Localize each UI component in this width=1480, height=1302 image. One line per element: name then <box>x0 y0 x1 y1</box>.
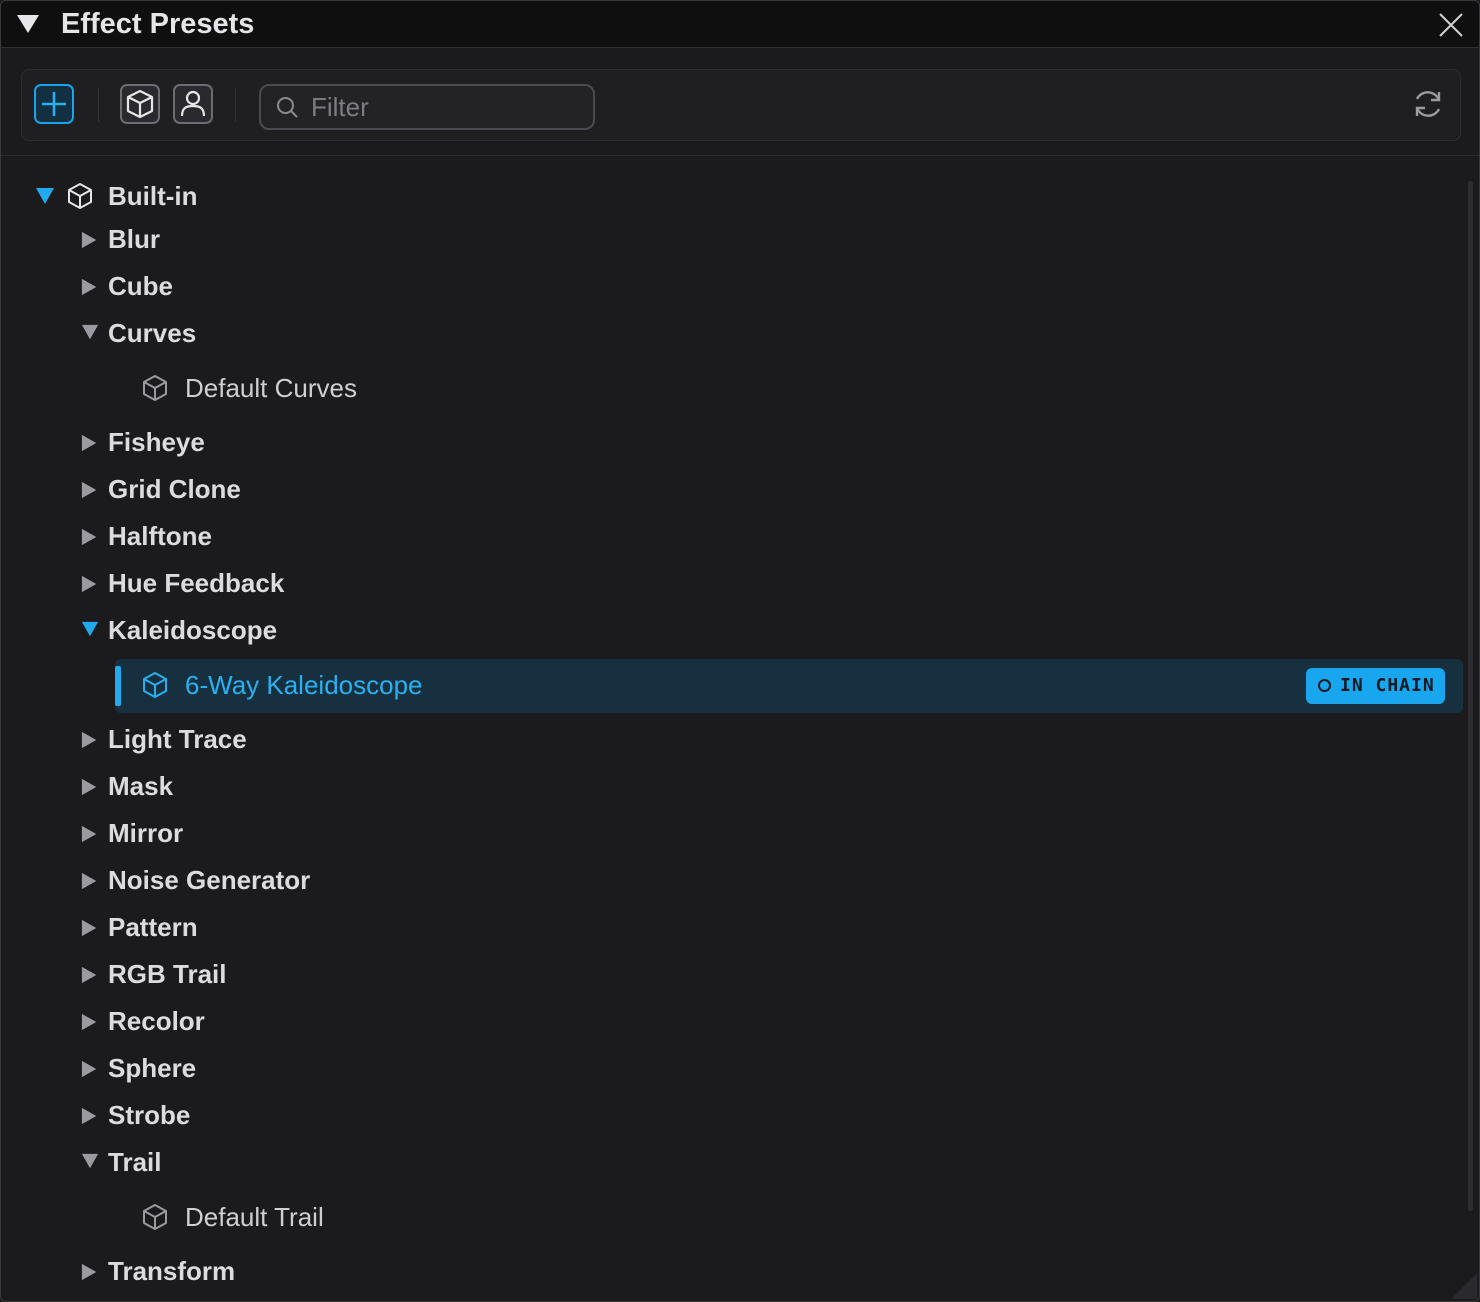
builtin-filter-button[interactable] <box>120 84 160 124</box>
tree-preset-label: Default Curves <box>185 373 357 403</box>
tree-folder-label: Noise Generator <box>108 865 311 895</box>
collapsed-arrow-icon[interactable] <box>81 527 99 547</box>
selection-indicator <box>115 666 121 706</box>
collapsed-arrow-icon[interactable] <box>81 1059 99 1079</box>
user-icon <box>180 90 206 117</box>
tree-folder-label: Light Trace <box>108 724 247 754</box>
collapsed-arrow-icon[interactable] <box>81 1106 99 1126</box>
collapsed-arrow-icon[interactable] <box>81 433 99 453</box>
collapsed-arrow-icon[interactable] <box>81 480 99 500</box>
tree-folder-label: RGB Trail <box>108 959 227 989</box>
collapsed-arrow-icon[interactable] <box>81 1262 99 1282</box>
tree-folder-mirror[interactable]: Mirror <box>1 812 1463 856</box>
search-icon <box>277 97 298 118</box>
filter-input[interactable] <box>309 90 583 124</box>
expanded-arrow-icon[interactable] <box>80 1153 100 1171</box>
toolbar <box>21 69 1461 141</box>
panel-title: Effect Presets <box>61 8 255 40</box>
refresh-icon[interactable] <box>1410 86 1446 122</box>
tree-root-label: Built-in <box>108 181 198 211</box>
user-filter-button[interactable] <box>173 84 213 124</box>
tree-preset-default-trail[interactable]: Default Trail <box>1 1191 1463 1245</box>
tree-folder-label: Strobe <box>108 1100 191 1130</box>
tree-preset-label: 6-Way Kaleidoscope <box>185 670 423 700</box>
tree-folder-fisheye[interactable]: Fisheye <box>1 421 1463 465</box>
tree-folder-sphere[interactable]: Sphere <box>1 1047 1463 1091</box>
tree-folder-kaleidoscope[interactable]: Kaleidoscope <box>1 609 1463 653</box>
badge-label: IN CHAIN <box>1340 675 1435 696</box>
tree-folder-curves[interactable]: Curves <box>1 312 1463 356</box>
tree-folder-label: Curves <box>108 318 197 348</box>
tree-folder-pattern[interactable]: Pattern <box>1 906 1463 950</box>
collapsed-arrow-icon[interactable] <box>81 777 99 797</box>
cube-icon <box>143 672 167 698</box>
tree-folder-blur[interactable]: Blur <box>1 218 1463 262</box>
cube-icon <box>143 1204 167 1230</box>
tree-folder-recolor[interactable]: Recolor <box>1 1000 1463 1044</box>
tree-preset-6-way-kaleidoscope[interactable]: 6-Way Kaleidoscope IN CHAIN <box>1 659 1463 713</box>
tree-folder-label: Mirror <box>108 818 184 848</box>
expanded-arrow-icon[interactable] <box>80 324 100 342</box>
tree-folder-trail[interactable]: Trail <box>1 1141 1463 1185</box>
toolbar-separator <box>235 88 236 122</box>
cube-icon <box>143 375 167 401</box>
collapsed-arrow-icon[interactable] <box>81 277 99 297</box>
tree-preset-default-curves[interactable]: Default Curves <box>1 362 1463 416</box>
toolbar-separator <box>98 88 99 122</box>
collapsed-arrow-icon[interactable] <box>81 871 99 891</box>
tree-folder-transform[interactable]: Transform <box>1 1250 1463 1294</box>
tree-folder-cube[interactable]: Cube <box>1 265 1463 309</box>
tree-folder-light-trace[interactable]: Light Trace <box>1 718 1463 762</box>
tree-preset-label: Default Trail <box>185 1202 324 1232</box>
tree-folder-hue-feedback[interactable]: Hue Feedback <box>1 562 1463 606</box>
effect-presets-panel: Effect Presets Filter Built-in Blur Cube… <box>0 0 1480 1302</box>
collapsed-arrow-icon[interactable] <box>81 230 99 250</box>
preset-tree: Built-in Blur Cube Curves Default Curves Fis… <box>1 161 1463 1291</box>
tree-folder-mask[interactable]: Mask <box>1 765 1463 809</box>
collapsed-arrow-icon[interactable] <box>81 965 99 985</box>
tree-folder-grid-clone[interactable]: Grid Clone <box>1 468 1463 512</box>
tree-folder-label: Kaleidoscope <box>108 615 278 645</box>
tree-folder-label: Recolor <box>108 1006 205 1036</box>
cube-icon <box>126 89 154 119</box>
tree-folder-label: Halftone <box>108 521 212 551</box>
tree-folder-label: Trail <box>108 1147 162 1177</box>
tree-folder-label: Sphere <box>108 1053 197 1083</box>
collapsed-arrow-icon[interactable] <box>81 574 99 594</box>
cube-icon <box>68 183 92 209</box>
tree-folder-label: Fisheye <box>108 427 205 457</box>
collapse-triangle-icon[interactable] <box>15 13 41 35</box>
tree-folder-label: Cube <box>108 271 173 301</box>
title-bar: Effect Presets <box>1 1 1479 48</box>
tree-root-builtin[interactable]: Built-in <box>1 175 1463 219</box>
resize-grip-icon[interactable] <box>1447 1269 1477 1299</box>
in-chain-badge: IN CHAIN <box>1306 668 1445 704</box>
expanded-arrow-icon[interactable] <box>35 187 55 205</box>
divider <box>1 155 1479 156</box>
add-preset-button[interactable] <box>34 84 74 124</box>
tree-folder-noise-generator[interactable]: Noise Generator <box>1 859 1463 903</box>
tree-folder-halftone[interactable]: Halftone <box>1 515 1463 559</box>
tree-folder-strobe[interactable]: Strobe <box>1 1094 1463 1138</box>
scrollbar[interactable] <box>1468 181 1473 1211</box>
tree-folder-label: Hue Feedback <box>108 568 285 598</box>
tree-folder-label: Mask <box>108 771 174 801</box>
expanded-arrow-icon[interactable] <box>80 621 100 639</box>
collapsed-arrow-icon[interactable] <box>81 824 99 844</box>
tree-folder-rgb-trail[interactable]: RGB Trail <box>1 953 1463 997</box>
collapsed-arrow-icon[interactable] <box>81 730 99 750</box>
filter-field[interactable] <box>259 84 595 130</box>
tree-folder-label: Grid Clone <box>108 474 241 504</box>
close-icon[interactable] <box>1437 11 1465 39</box>
collapsed-arrow-icon[interactable] <box>81 918 99 938</box>
ring-icon <box>1318 679 1331 692</box>
tree-folder-label: Transform <box>108 1256 236 1286</box>
collapsed-arrow-icon[interactable] <box>81 1012 99 1032</box>
tree-folder-label: Pattern <box>108 912 198 942</box>
tree-folder-label: Blur <box>108 224 160 254</box>
plus-icon <box>42 92 66 116</box>
